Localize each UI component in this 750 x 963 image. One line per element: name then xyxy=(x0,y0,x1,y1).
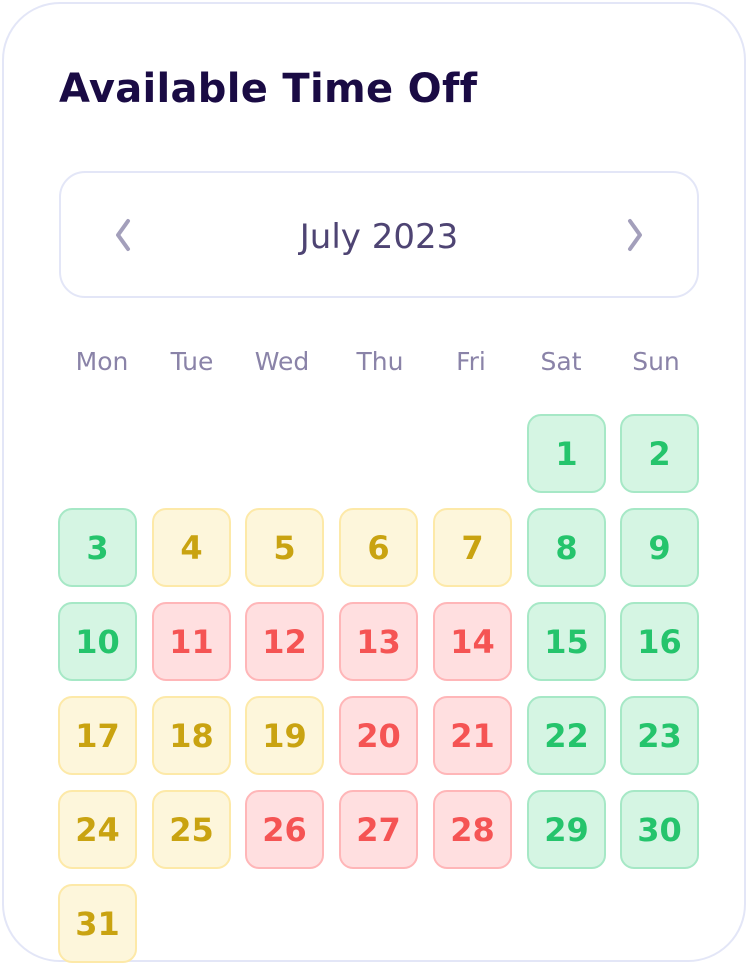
calendar-day-available[interactable]: 23 xyxy=(620,696,699,775)
calendar-day-limited[interactable]: 6 xyxy=(339,508,418,587)
weekday-label: Sat xyxy=(540,347,582,376)
calendar-day-available[interactable]: 3 xyxy=(58,508,137,587)
weekday-label: Wed xyxy=(254,347,310,376)
chevron-right-icon xyxy=(628,219,642,251)
calendar-day-limited[interactable]: 19 xyxy=(245,696,324,775)
calendar-day-limited[interactable]: 4 xyxy=(152,508,231,587)
calendar-day-unavailable[interactable]: 20 xyxy=(339,696,418,775)
calendar-day-limited[interactable]: 18 xyxy=(152,696,231,775)
calendar-day-available[interactable]: 9 xyxy=(620,508,699,587)
calendar-day-unavailable[interactable]: 14 xyxy=(433,602,512,681)
weekday-label: Sun xyxy=(632,347,680,376)
calendar-day-unavailable[interactable]: 26 xyxy=(245,790,324,869)
calendar-day-available[interactable]: 8 xyxy=(527,508,606,587)
calendar-day-available[interactable]: 15 xyxy=(527,602,606,681)
month-navigator: July 2023 xyxy=(59,171,699,298)
weekday-label: Mon xyxy=(75,347,129,376)
calendar-day-unavailable[interactable]: 11 xyxy=(152,602,231,681)
calendar-day-limited[interactable]: 31 xyxy=(58,884,137,963)
calendar-day-available[interactable]: 30 xyxy=(620,790,699,869)
calendar-day-unavailable[interactable]: 21 xyxy=(433,696,512,775)
calendar-day-available[interactable]: 16 xyxy=(620,602,699,681)
weekday-label: Tue xyxy=(170,347,214,376)
time-off-card: Available Time Off July 2023 Mon Tue Wed… xyxy=(2,2,746,963)
card-title: Available Time Off xyxy=(59,66,478,112)
calendar-day-unavailable[interactable]: 12 xyxy=(245,602,324,681)
weekday-header: Mon Tue Wed Thu Fri Sat Sun xyxy=(59,347,699,383)
calendar-day-available[interactable]: 1 xyxy=(527,414,606,493)
calendar-day-available[interactable]: 2 xyxy=(620,414,699,493)
calendar-day-limited[interactable]: 25 xyxy=(152,790,231,869)
calendar-day-unavailable[interactable]: 27 xyxy=(339,790,418,869)
next-month-button[interactable] xyxy=(613,213,657,257)
calendar-day-available[interactable]: 29 xyxy=(527,790,606,869)
weekday-label: Thu xyxy=(356,347,404,376)
calendar-day-unavailable[interactable]: 28 xyxy=(433,790,512,869)
calendar-day-available[interactable]: 22 xyxy=(527,696,606,775)
calendar-day-limited[interactable]: 17 xyxy=(58,696,137,775)
calendar-day-limited[interactable]: 24 xyxy=(58,790,137,869)
calendar-day-available[interactable]: 10 xyxy=(58,602,137,681)
weekday-label: Fri xyxy=(456,347,486,376)
calendar-day-unavailable[interactable]: 13 xyxy=(339,602,418,681)
calendar-day-limited[interactable]: 7 xyxy=(433,508,512,587)
calendar-day-limited[interactable]: 5 xyxy=(245,508,324,587)
month-label: July 2023 xyxy=(299,217,459,257)
